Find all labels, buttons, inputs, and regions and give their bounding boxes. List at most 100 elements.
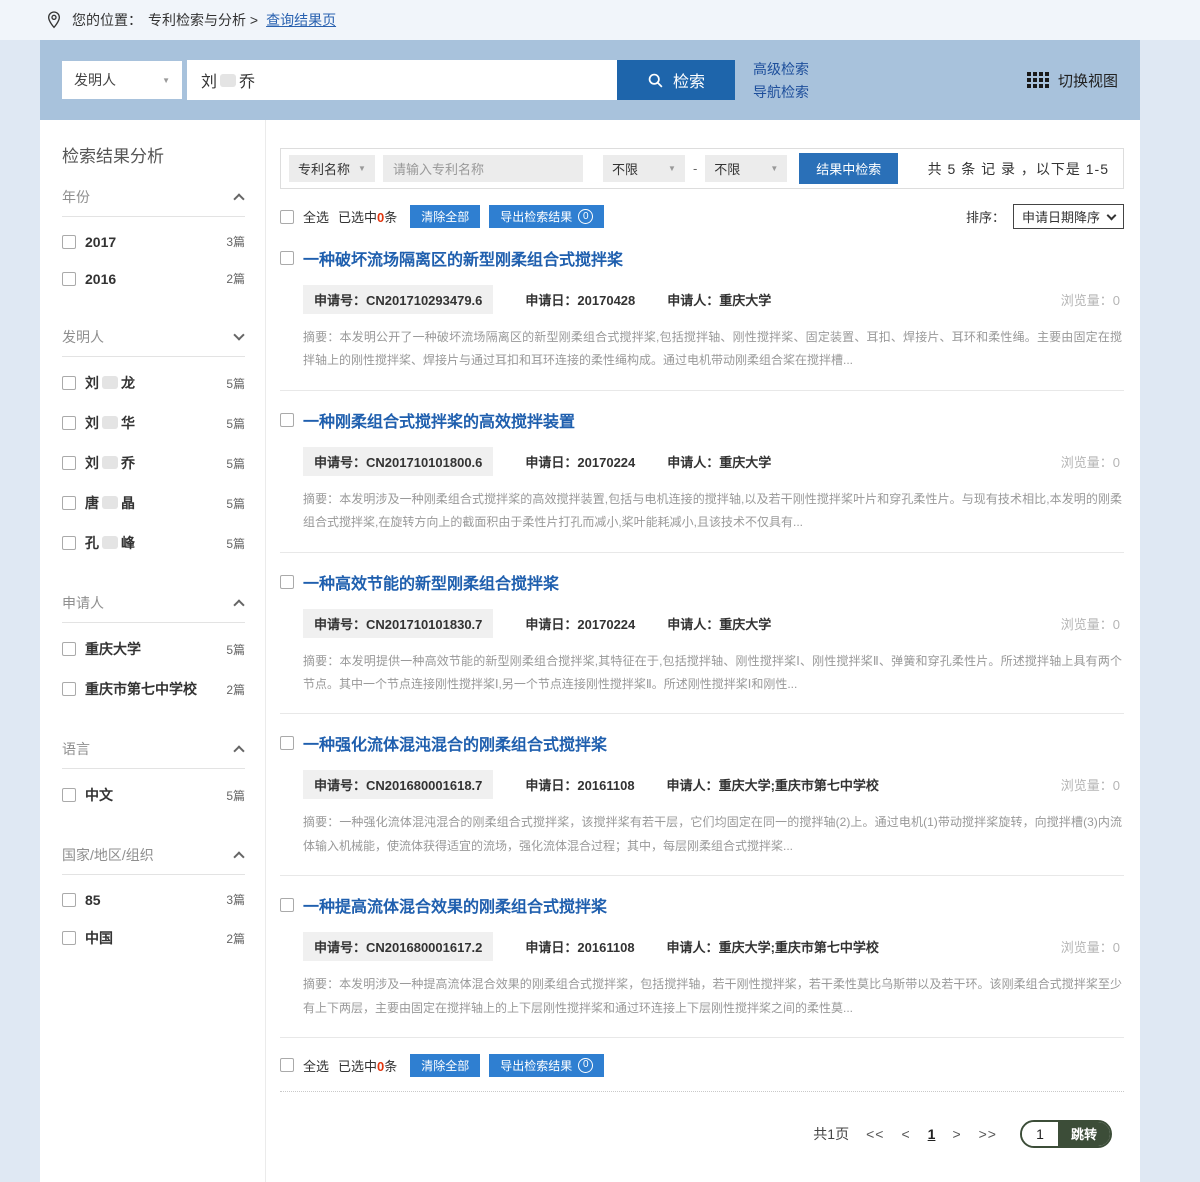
- collapse-chevron-icon: [233, 745, 244, 756]
- filter-label: 85: [85, 892, 101, 908]
- filter-section-header[interactable]: 申请人: [62, 593, 245, 623]
- filter-section-header[interactable]: 语言: [62, 739, 245, 769]
- jump-button[interactable]: 跳转: [1058, 1122, 1110, 1146]
- filter-item: 85 3篇: [62, 881, 245, 918]
- clear-all-button[interactable]: 清除全部: [410, 205, 480, 228]
- filter-checkbox[interactable]: [62, 536, 76, 550]
- search-field-select[interactable]: 发明人 ▼: [62, 61, 182, 99]
- prev-page-button[interactable]: <: [901, 1126, 910, 1142]
- app-number-chip: 申请号：CN201680001617.2: [303, 932, 493, 961]
- filter-item: 重庆市第七中学校 2篇: [62, 669, 245, 709]
- result-checkbox[interactable]: [280, 251, 294, 265]
- filter-checkbox[interactable]: [62, 788, 76, 802]
- range-from-select[interactable]: 不限 ▼: [603, 155, 685, 182]
- export-results-button[interactable]: 导出检索结果 0: [489, 1054, 604, 1077]
- search-button[interactable]: 检索: [617, 60, 735, 100]
- filter-label: 2016: [85, 271, 116, 287]
- filter-label: 中文: [85, 785, 113, 805]
- views-count: 浏览量：0: [1061, 614, 1124, 633]
- last-page-button[interactable]: >>: [979, 1126, 997, 1142]
- filter-item: 刘华 5篇: [62, 403, 245, 443]
- select-all-checkbox[interactable]: [280, 210, 294, 224]
- filter-count: 5篇: [226, 535, 245, 552]
- filter-section: 语言 中文 5篇: [62, 739, 245, 815]
- next-page-button[interactable]: >: [952, 1126, 961, 1142]
- filter-checkbox[interactable]: [62, 496, 76, 510]
- filter-checkbox[interactable]: [62, 235, 76, 249]
- patent-name-select[interactable]: 专利名称 ▼: [289, 155, 375, 182]
- page-total: 共1页: [813, 1124, 849, 1144]
- filter-checkbox[interactable]: [62, 272, 76, 286]
- current-page[interactable]: 1: [928, 1126, 936, 1142]
- applicant: 申请人：重庆大学: [667, 614, 771, 633]
- breadcrumb-current-link[interactable]: 查询结果页: [266, 10, 336, 30]
- filter-section: 国家/地区/组织 85 3篇 中国 2篇: [62, 845, 245, 958]
- filter-section-header[interactable]: 发明人: [62, 327, 245, 357]
- breadcrumb-path: 专利检索与分析 >: [148, 10, 258, 30]
- jump-control: 1 跳转: [1020, 1120, 1112, 1148]
- filter-checkbox[interactable]: [62, 416, 76, 430]
- search-input[interactable]: 刘 乔: [187, 60, 617, 100]
- filter-checkbox[interactable]: [62, 931, 76, 945]
- chevron-down-icon: ▼: [770, 164, 778, 173]
- filter-item: 刘乔 5篇: [62, 443, 245, 483]
- filter-section: 发明人 刘龙 5篇 刘华 5篇: [62, 327, 245, 563]
- app-date: 申请日：20161108: [525, 937, 634, 956]
- filter-count: 2篇: [226, 270, 245, 287]
- first-page-button[interactable]: <<: [866, 1126, 884, 1142]
- collapse-chevron-icon: [233, 851, 244, 862]
- filter-section: 申请人 重庆大学 5篇 重庆市第七中学校 2篇: [62, 593, 245, 709]
- sort-select[interactable]: 申请日期降序: [1013, 204, 1124, 229]
- list-toolbar-bottom: 全选 已选中0条 清除全部 导出检索结果 0: [280, 1054, 1124, 1092]
- navigation-search-link[interactable]: 导航检索: [753, 82, 809, 102]
- result-title-link[interactable]: 一种强化流体混沌混合的刚柔组合式搅拌桨: [303, 731, 607, 755]
- app-date: 申请日：20170224: [525, 452, 635, 471]
- result-item: 一种刚柔组合式搅拌桨的高效搅拌装置 申请号：CN201710101800.6 申…: [280, 391, 1124, 553]
- redacted-text: [220, 74, 236, 87]
- results-analysis-sidebar: 检索结果分析 年份 2017 3篇: [40, 120, 266, 1182]
- result-checkbox[interactable]: [280, 413, 294, 427]
- filter-item: 中文 5篇: [62, 775, 245, 815]
- filter-section: 年份 2017 3篇 2016 2篇: [62, 187, 245, 297]
- export-label: 导出检索结果: [500, 208, 572, 225]
- range-to-select[interactable]: 不限 ▼: [705, 155, 787, 182]
- clear-all-button[interactable]: 清除全部: [410, 1054, 480, 1077]
- switch-view-button[interactable]: 切换视图: [1027, 70, 1118, 91]
- patent-name-input[interactable]: 请输入专利名称: [383, 155, 583, 182]
- applicant: 申请人：重庆大学;重庆市第七中学校: [667, 937, 879, 956]
- result-title-link[interactable]: 一种提高流体混合效果的刚柔组合式搅拌桨: [303, 893, 607, 917]
- filter-label: 刘龙: [85, 373, 135, 393]
- views-count: 浏览量：0: [1061, 937, 1124, 956]
- app-number-chip: 申请号：CN201680001618.7: [303, 770, 493, 799]
- result-abstract: 摘要：本发明公开了一种破坏流场隔离区的新型刚柔组合式搅拌桨,包括搅拌轴、刚性搅拌…: [303, 326, 1122, 373]
- filter-count: 3篇: [226, 891, 245, 908]
- list-toolbar-top: 全选 已选中0条 清除全部 导出检索结果 0 排序： 申请日期降序: [280, 204, 1124, 229]
- result-checkbox[interactable]: [280, 575, 294, 589]
- sidebar-title: 检索结果分析: [62, 142, 245, 167]
- filter-checkbox[interactable]: [62, 682, 76, 696]
- jump-page-input[interactable]: 1: [1022, 1122, 1058, 1146]
- filter-checkbox[interactable]: [62, 376, 76, 390]
- filter-checkbox[interactable]: [62, 642, 76, 656]
- filter-item: 2017 3篇: [62, 223, 245, 260]
- filter-section-header[interactable]: 国家/地区/组织: [62, 845, 245, 875]
- select-all-checkbox[interactable]: [280, 1058, 294, 1072]
- result-checkbox[interactable]: [280, 898, 294, 912]
- export-results-button[interactable]: 导出检索结果 0: [489, 205, 604, 228]
- filter-label: 重庆市第七中学校: [85, 679, 197, 699]
- advanced-search-link[interactable]: 高级检索: [753, 59, 809, 79]
- redacted-text: [102, 456, 118, 469]
- sort-label: 排序：: [966, 207, 1005, 226]
- result-title-link[interactable]: 一种破坏流场隔离区的新型刚柔组合式搅拌桨: [303, 246, 623, 270]
- search-in-results-button[interactable]: 结果中检索: [799, 153, 898, 184]
- redacted-text: [102, 536, 118, 549]
- result-checkbox[interactable]: [280, 736, 294, 750]
- result-title-link[interactable]: 一种高效节能的新型刚柔组合搅拌桨: [303, 570, 559, 594]
- app-number-chip: 申请号：CN201710101800.6: [303, 447, 493, 476]
- secondary-filter-bar: 专利名称 ▼ 请输入专利名称 不限 ▼ - 不限 ▼ 结果中检索 共 5 条 记…: [280, 148, 1124, 189]
- filter-section-header[interactable]: 年份: [62, 187, 245, 217]
- magnifier-icon: [647, 72, 664, 89]
- filter-checkbox[interactable]: [62, 456, 76, 470]
- result-title-link[interactable]: 一种刚柔组合式搅拌桨的高效搅拌装置: [303, 408, 575, 432]
- filter-checkbox[interactable]: [62, 893, 76, 907]
